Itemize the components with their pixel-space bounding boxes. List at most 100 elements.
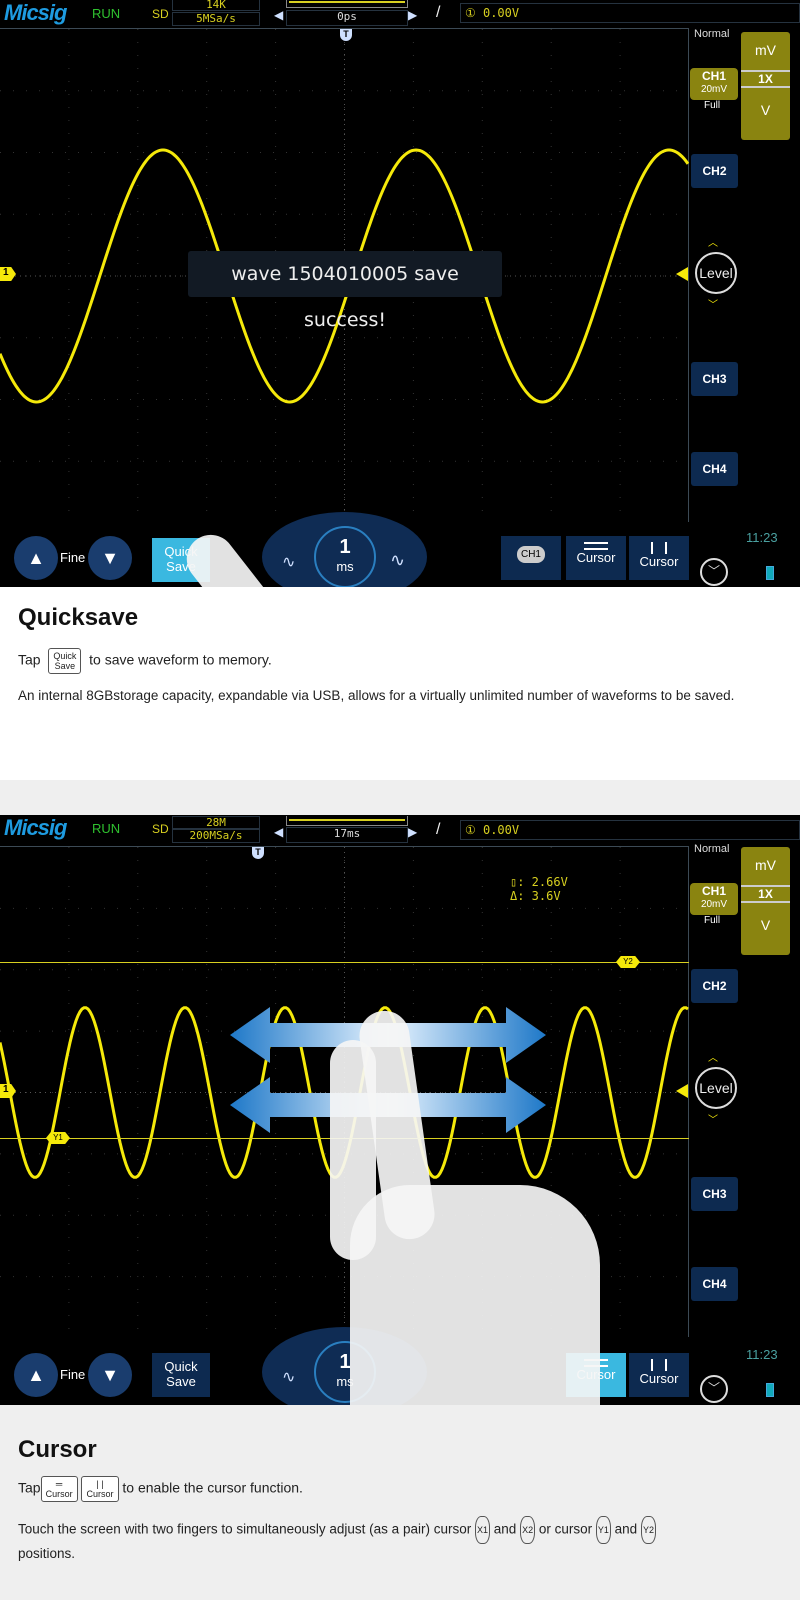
bandwidth-label: Full: [704, 100, 721, 111]
time-overview: [286, 816, 408, 826]
unit-mv[interactable]: mV: [741, 847, 790, 873]
unit-v[interactable]: V: [741, 102, 790, 118]
cursor-section: Cursor Tap ═ Cursor | | Cursor to enable th…: [18, 1436, 788, 1564]
cursor-y1-marker[interactable]: Y1: [46, 1132, 70, 1144]
time-offset[interactable]: 0ps: [286, 10, 408, 26]
cursor-readout-1: ▯: 2.66V: [510, 875, 568, 889]
ch2-button[interactable]: CH2: [691, 154, 738, 188]
level-up-icon[interactable]: ︿: [708, 1049, 718, 1064]
clock: 11:23: [746, 530, 778, 545]
ch1-label: CH1: [701, 69, 726, 83]
ch1-button[interactable]: CH1 20mV: [690, 883, 738, 915]
horizontal-cursor-key-icon: ═ Cursor: [40, 1476, 78, 1502]
cursor-readout-2: Δ: 3.6V: [510, 889, 561, 903]
time-overview: [286, 0, 408, 8]
cursor-description: Touch the screen with two fingers to sim…: [18, 1516, 788, 1564]
tap-instruction: to enable the cursor function.: [122, 1479, 303, 1496]
probe-ratio[interactable]: 1X: [741, 885, 790, 903]
section-title: Quicksave: [18, 604, 139, 631]
time-left-arrow-icon[interactable]: ◀: [274, 8, 283, 22]
tap-label: Tap: [18, 1479, 41, 1496]
fine-down-button[interactable]: ▼: [88, 536, 132, 580]
quicksave-section: Quicksave Tap Quick Save to save waveform…: [18, 604, 788, 706]
memory-depth: 14K: [172, 0, 260, 11]
horizontal-cursor-button[interactable]: Cursor: [566, 536, 626, 580]
ch4-button[interactable]: CH4: [691, 452, 738, 486]
vertical-cursor-key-icon: | | Cursor: [81, 1476, 119, 1502]
timebase-dial[interactable]: ∿ 1 ms ∿: [262, 512, 427, 587]
trigger-edge-icon: /: [436, 4, 441, 21]
ch3-button[interactable]: CH3: [691, 1177, 738, 1211]
oscilloscope-screen-1: Micsig RUN SD 14K 5MSa/s ◀ 0ps ▶ / ① 0.0…: [0, 0, 800, 587]
expand-menu-icon[interactable]: ﹀: [700, 1375, 728, 1403]
probe-ratio[interactable]: 1X: [741, 70, 790, 88]
cursor-y1-icon: Y1: [595, 1516, 611, 1544]
channel-panel: Normal mV 1X V CH1 20mV Full CH2 ︿ Level …: [690, 28, 800, 522]
fine-label: Fine: [60, 1367, 86, 1382]
time-left-arrow-icon[interactable]: ◀: [274, 825, 283, 839]
level-down-icon[interactable]: ﹀: [708, 296, 718, 311]
wave-compress-icon[interactable]: ∿: [282, 1367, 295, 1387]
cursor-y2-icon: Y2: [640, 1516, 656, 1544]
ch1-scale: 20mV: [700, 899, 728, 910]
cursor-y2-marker[interactable]: Y2: [616, 956, 640, 968]
vertical-cursor-button[interactable]: Cursor: [629, 536, 689, 580]
sample-rate: 5MSa/s: [172, 12, 260, 26]
status-header: Micsig RUN SD 14K 5MSa/s ◀ 0ps ▶ / ① 0.0…: [0, 0, 800, 28]
ch4-button[interactable]: CH4: [691, 1267, 738, 1301]
clock: 11:23: [746, 1347, 778, 1362]
brand-logo: Micsig: [4, 0, 67, 25]
memory-depth: 28M: [172, 816, 260, 829]
level-button[interactable]: Level: [695, 252, 737, 294]
wave-expand-icon[interactable]: ∿: [390, 550, 405, 571]
unit-v[interactable]: V: [741, 917, 790, 933]
oscilloscope-screen-2: Micsig RUN SD 28M 200MSa/s ◀ 17ms ▶ / ① …: [0, 815, 800, 1405]
ch1-scale: 20mV: [700, 84, 728, 95]
run-status[interactable]: RUN: [92, 821, 120, 836]
bandwidth-label: Full: [704, 915, 721, 926]
trigger-level[interactable]: ① 0.00V: [460, 820, 800, 840]
run-status[interactable]: RUN: [92, 6, 120, 21]
tap-label: Tap: [18, 651, 41, 668]
expand-menu-icon[interactable]: ﹀: [700, 558, 728, 586]
sample-rate: 200MSa/s: [172, 829, 260, 843]
level-down-icon[interactable]: ﹀: [708, 1111, 718, 1126]
fine-down-button[interactable]: ▼: [88, 1353, 132, 1397]
battery-icon: [766, 566, 774, 580]
trigger-position-marker[interactable]: T: [252, 847, 264, 859]
ch1-button[interactable]: CH1 20mV: [690, 68, 738, 100]
section-title: Cursor: [18, 1436, 97, 1463]
level-up-icon[interactable]: ︿: [708, 234, 718, 249]
fine-label: Fine: [60, 550, 86, 565]
bottom-toolbar: ▲ Fine ▼ Quick Save ∿ 1 ms ∿ CH1 Cursor C…: [0, 512, 800, 587]
ch3-button[interactable]: CH3: [691, 362, 738, 396]
fine-up-button[interactable]: ▲: [14, 536, 58, 580]
trigger-mode[interactable]: Normal: [694, 28, 729, 40]
trigger-mode[interactable]: Normal: [694, 843, 729, 855]
time-offset[interactable]: 17ms: [286, 827, 408, 843]
cursor-x1-icon: X1: [474, 1516, 490, 1544]
quick-save-button[interactable]: Quick Save: [152, 1353, 210, 1397]
time-right-arrow-icon[interactable]: ▶: [408, 8, 417, 22]
battery-icon: [766, 1383, 774, 1397]
vertical-scale-control[interactable]: mV 1X V: [741, 32, 790, 140]
ch1-menu-button[interactable]: CH1: [501, 536, 561, 580]
vertical-scale-control[interactable]: mV 1X V: [741, 847, 790, 955]
fine-up-button[interactable]: ▲: [14, 1353, 58, 1397]
unit-mv[interactable]: mV: [741, 32, 790, 58]
quick-save-key-icon: Quick Save: [48, 648, 82, 674]
wave-compress-icon[interactable]: ∿: [282, 552, 295, 572]
time-right-arrow-icon[interactable]: ▶: [408, 825, 417, 839]
storage-mode: SD: [152, 7, 169, 21]
storage-mode: SD: [152, 822, 169, 836]
brand-logo: Micsig: [4, 815, 67, 840]
ch2-button[interactable]: CH2: [691, 969, 738, 1003]
trigger-position-marker[interactable]: T: [340, 29, 352, 41]
vertical-cursor-button[interactable]: Cursor: [629, 1353, 689, 1397]
ch1-label: CH1: [701, 884, 726, 898]
save-toast: wave 1504010005 save success!: [188, 251, 502, 331]
waveform-grid[interactable]: T 1 wave 1504010005 save success!: [0, 28, 690, 523]
cursor-y2-line[interactable]: [0, 962, 689, 963]
level-button[interactable]: Level: [695, 1067, 737, 1109]
trigger-level[interactable]: ① 0.00V: [460, 3, 800, 23]
